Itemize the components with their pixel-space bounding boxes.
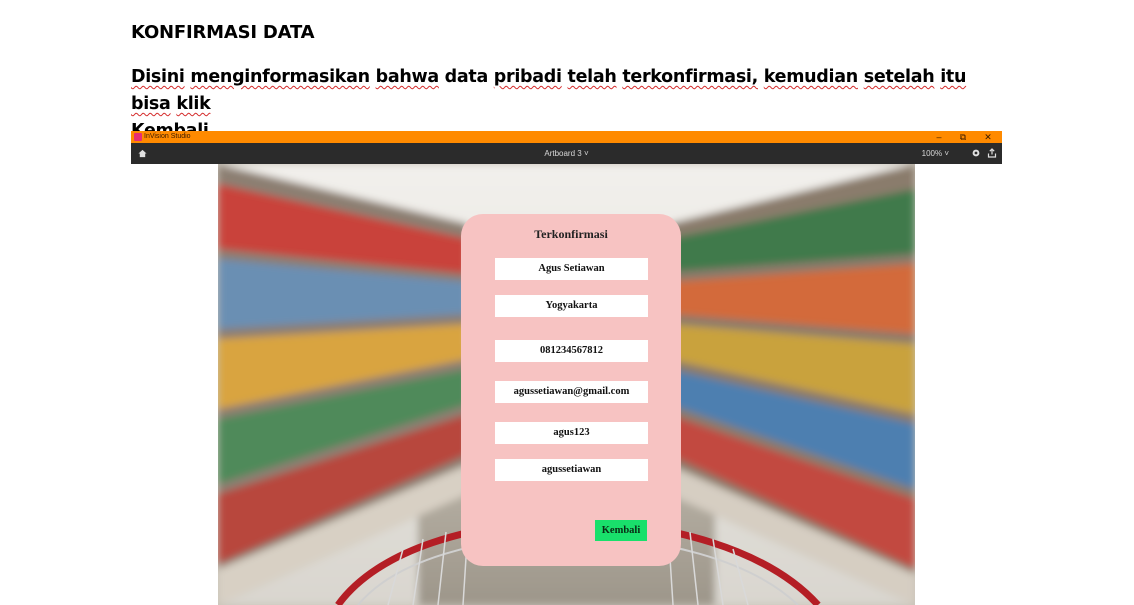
close-icon[interactable]: ✕ — [977, 131, 999, 143]
restore-icon[interactable]: ⧉ — [952, 131, 974, 143]
para-word: pribadi — [493, 67, 562, 87]
chevron-down-icon: ˅ — [944, 149, 949, 158]
studio-toolbar: Artboard 3 ˅ 100% ˅ — [131, 143, 1002, 164]
para-word: klik — [176, 94, 211, 114]
para-word: kemudian — [763, 67, 858, 87]
zoom-label: 100% — [921, 149, 943, 158]
kembali-button[interactable]: Kembali — [595, 520, 647, 541]
invision-studio-window: InVision Studio – ⧉ ✕ Artboard 3 ˅ 100% … — [131, 131, 1002, 605]
window-app-title: InVision Studio — [144, 133, 191, 140]
para-word: data — [444, 67, 489, 87]
minimize-icon[interactable]: – — [928, 131, 950, 143]
document-heading: KONFIRMASI DATA — [131, 22, 315, 43]
password-field[interactable]: agus123 — [495, 422, 648, 444]
phone-field[interactable]: 081234567812 — [495, 340, 648, 362]
card-title: Terkonfirmasi — [534, 227, 608, 241]
email-field[interactable]: agussetiawan@gmail.com — [495, 381, 648, 403]
chevron-down-icon: ˅ — [583, 149, 589, 158]
artboard-canvas: Terkonfirmasi Agus Setiawan Yogyakarta 0… — [218, 164, 915, 605]
para-word: setelah — [863, 67, 935, 87]
name-field[interactable]: Agus Setiawan — [495, 258, 648, 280]
zoom-selector[interactable]: 100% ˅ — [922, 143, 949, 164]
para-word: terkonfirmasi, — [622, 67, 758, 87]
window-titlebar: InVision Studio – ⧉ ✕ — [131, 131, 1002, 143]
para-word: itu — [940, 67, 967, 87]
username-field[interactable]: agussetiawan — [495, 459, 648, 481]
para-word: bahwa — [375, 67, 440, 87]
para-word: bisa — [131, 94, 171, 114]
confirmation-card: Terkonfirmasi Agus Setiawan Yogyakarta 0… — [461, 214, 681, 566]
city-field[interactable]: Yogyakarta — [495, 295, 648, 317]
para-word: menginformasikan — [190, 67, 370, 87]
para-word: telah — [567, 67, 617, 87]
artboard-selector[interactable]: Artboard 3 ˅ — [131, 143, 1002, 164]
gear-icon[interactable] — [971, 148, 981, 158]
para-word: Disini — [131, 67, 185, 87]
share-icon[interactable] — [987, 148, 997, 158]
artboard-label: Artboard 3 — [544, 149, 582, 158]
invision-app-icon — [134, 133, 142, 141]
